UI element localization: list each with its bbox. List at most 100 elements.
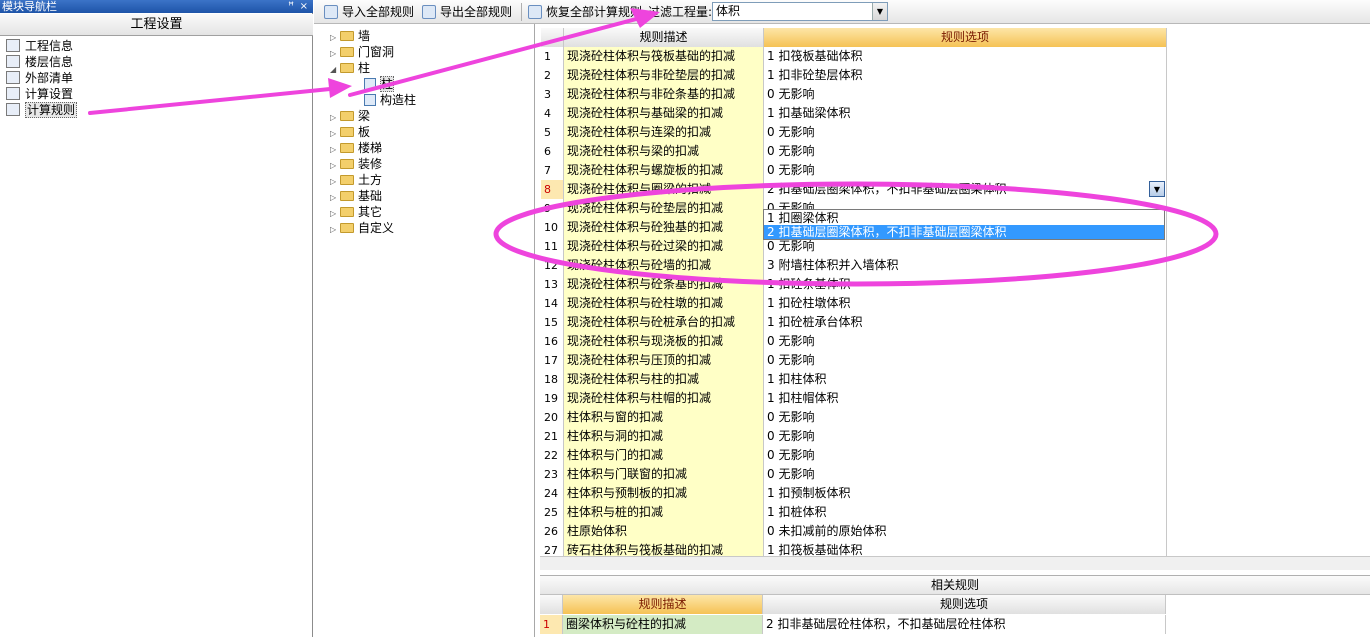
close-icon[interactable]: × [300, 0, 308, 13]
rule-option[interactable]: 1 扣非砼垫层体积 [764, 66, 1167, 85]
export-rules-button[interactable]: 导出全部规则 [422, 3, 512, 21]
dropdown-option-selected[interactable]: 2 扣基础层圈梁体积，不扣非基础层圈梁体积 [764, 225, 1164, 239]
table-row[interactable]: 13 现浇砼柱体积与砼条基的扣减 1 扣砼条基体积 [541, 275, 1167, 294]
nav-item-floor-info[interactable]: 楼层信息 [6, 54, 73, 70]
rule-desc: 柱体积与窗的扣减 [564, 408, 764, 427]
tree-node-foundation[interactable]: ▷ 基础 [330, 188, 382, 204]
nav-section-header[interactable]: 工程设置 [0, 14, 313, 36]
rule-option[interactable]: 2 扣非基础层砼柱体积，不扣基础层砼柱体积 [763, 615, 1166, 634]
rule-desc: 现浇砼柱体积与砼条基的扣减 [564, 275, 764, 294]
rule-option[interactable]: 1 扣砼条基体积 [764, 275, 1167, 294]
tree-node-column-group[interactable]: ◢ 柱 [330, 60, 370, 76]
rule-option[interactable]: 0 无影响 [764, 408, 1167, 427]
tree-node-stairs[interactable]: ▷ 楼梯 [330, 140, 382, 156]
table-row[interactable]: 18 现浇砼柱体积与柱的扣减 1 扣柱体积 [541, 370, 1167, 389]
rule-option[interactable]: 0 无影响 [764, 85, 1167, 104]
chevron-down-icon[interactable]: ▼ [1149, 181, 1165, 197]
table-row[interactable]: 5 现浇砼柱体积与连梁的扣减 0 无影响 [541, 123, 1167, 142]
rule-option[interactable]: 0 无影响 [764, 351, 1167, 370]
rule-desc: 现浇砼柱体积与柱的扣减 [564, 370, 764, 389]
tree-node-column[interactable]: 柱 [364, 76, 395, 92]
rule-option[interactable]: 0 无影响 [764, 446, 1167, 465]
table-row[interactable]: 4 现浇砼柱体积与基础梁的扣减 1 扣基础梁体积 [541, 104, 1167, 123]
table-row[interactable]: 21 柱体积与洞的扣减 0 无影响 [541, 427, 1167, 446]
table-row[interactable]: 19 现浇砼柱体积与柱帽的扣减 1 扣柱帽体积 [541, 389, 1167, 408]
table-row[interactable]: 12 现浇砼柱体积与砼墙的扣减 3 附墙柱体积并入墙体积 [541, 256, 1167, 275]
rule-option[interactable]: 1 扣柱帽体积 [764, 389, 1167, 408]
rule-option[interactable]: 0 无影响 [764, 123, 1167, 142]
table-row[interactable]: 17 现浇砼柱体积与压顶的扣减 0 无影响 [541, 351, 1167, 370]
table-row[interactable]: 24 柱体积与预制板的扣减 1 扣预制板体积 [541, 484, 1167, 503]
rule-option[interactable]: 2 扣基础层圈梁体积，不扣非基础层圈梁体积 ▼ [764, 180, 1167, 199]
row-number: 4 [541, 104, 564, 123]
rule-option[interactable]: 0 无影响 [764, 142, 1167, 161]
table-row[interactable]: 14 现浇砼柱体积与砼柱墩的扣减 1 扣砼柱墩体积 [541, 294, 1167, 313]
table-row[interactable]: 23 柱体积与门联窗的扣减 0 无影响 [541, 465, 1167, 484]
table-row[interactable]: 16 现浇砼柱体积与现浇板的扣减 0 无影响 [541, 332, 1167, 351]
table-row[interactable]: 2 现浇砼柱体积与非砼垫层的扣减 1 扣非砼垫层体积 [541, 66, 1167, 85]
row-number: 14 [541, 294, 564, 313]
rule-option[interactable]: 1 扣桩体积 [764, 503, 1167, 522]
filter-select[interactable]: 体积 ▼ [712, 2, 888, 21]
tree-node-custom[interactable]: ▷ 自定义 [330, 220, 394, 236]
tree-node-construct-column[interactable]: 构造柱 [364, 92, 416, 108]
rule-option[interactable]: 3 附墙柱体积并入墙体积 [764, 256, 1167, 275]
nav-item-external-list[interactable]: 外部清单 [6, 70, 73, 86]
tree-node-decoration[interactable]: ▷ 装修 [330, 156, 382, 172]
table-row[interactable]: 20 柱体积与窗的扣减 0 无影响 [541, 408, 1167, 427]
col-header-opt[interactable]: 规则选项 [764, 28, 1167, 47]
rule-option[interactable]: 0 无影响 [764, 427, 1167, 446]
folder-icon [340, 31, 354, 41]
tree-node-openings[interactable]: ▷ 门窗洞 [330, 44, 394, 60]
chevron-down-icon[interactable]: ▼ [872, 3, 887, 20]
rule-option[interactable]: 0 无影响 [764, 161, 1167, 180]
rule-option[interactable]: 1 扣砼桩承台体积 [764, 313, 1167, 332]
table-row[interactable]: 8 现浇砼柱体积与圈梁的扣减 2 扣基础层圈梁体积，不扣非基础层圈梁体积 ▼ [541, 180, 1167, 199]
tree-node-beam[interactable]: ▷ 梁 [330, 108, 370, 124]
filter-value: 体积 [716, 4, 741, 18]
import-rules-button[interactable]: 导入全部规则 [324, 3, 414, 21]
rule-option[interactable]: 0 无影响 [764, 465, 1167, 484]
pin-icon[interactable]: ꟸ [288, 0, 294, 13]
rule-desc: 现浇砼柱体积与筏板基础的扣减 [564, 47, 764, 66]
tree-node-slab[interactable]: ▷ 板 [330, 124, 370, 140]
calc-rules-icon [6, 103, 20, 116]
dropdown-option[interactable]: 1 扣圈梁体积 [764, 211, 1164, 225]
folder-icon [340, 207, 354, 217]
related-col-header-opt[interactable]: 规则选项 [763, 595, 1166, 614]
col-header-desc[interactable]: 规则描述 [564, 28, 764, 47]
table-row[interactable]: 26 柱原始体积 0 未扣减前的原始体积 [541, 522, 1167, 541]
rule-option[interactable]: 1 扣砼柱墩体积 [764, 294, 1167, 313]
rule-option-text: 1 扣柱体积 [767, 372, 827, 386]
related-col-header-desc[interactable]: 规则描述 [563, 595, 763, 614]
row-number: 6 [541, 142, 564, 161]
table-row[interactable]: 7 现浇砼柱体积与螺旋板的扣减 0 无影响 [541, 161, 1167, 180]
row-number: 10 [541, 218, 564, 237]
nav-item-project-info[interactable]: 工程信息 [6, 38, 73, 54]
rule-option[interactable]: 1 扣预制板体积 [764, 484, 1167, 503]
restore-rules-button[interactable]: 恢复全部计算规则 [528, 3, 642, 21]
nav-item-calc-rules[interactable]: 计算规则 [6, 102, 78, 118]
tree-node-other[interactable]: ▷ 其它 [330, 204, 382, 220]
rule-option[interactable]: 1 扣筏板基础体积 [764, 47, 1167, 66]
row-number: 1 [540, 615, 563, 634]
rule-option[interactable]: 0 无影响 [764, 332, 1167, 351]
tree-node-wall[interactable]: ▷ 墙 [330, 28, 370, 44]
rule-option[interactable]: 1 扣基础梁体积 [764, 104, 1167, 123]
table-row[interactable]: 6 现浇砼柱体积与梁的扣减 0 无影响 [541, 142, 1167, 161]
row-number: 16 [541, 332, 564, 351]
table-row[interactable]: 22 柱体积与门的扣减 0 无影响 [541, 446, 1167, 465]
rule-option[interactable]: 0 未扣减前的原始体积 [764, 522, 1167, 541]
horizontal-scrollbar[interactable] [540, 556, 1370, 570]
related-row[interactable]: 1 圈梁体积与砼柱的扣减 2 扣非基础层砼柱体积，不扣基础层砼柱体积 [540, 615, 1166, 634]
table-row[interactable]: 1 现浇砼柱体积与筏板基础的扣减 1 扣筏板基础体积 [541, 47, 1167, 66]
filter-label: 过滤工程量: [648, 5, 713, 19]
tree-node-earthwork[interactable]: ▷ 土方 [330, 172, 382, 188]
table-row[interactable]: 3 现浇砼柱体积与非砼条基的扣减 0 无影响 [541, 85, 1167, 104]
table-row[interactable]: 25 柱体积与桩的扣减 1 扣桩体积 [541, 503, 1167, 522]
rule-option[interactable]: 1 扣柱体积 [764, 370, 1167, 389]
nav-item-calc-settings[interactable]: 计算设置 [6, 86, 73, 102]
table-row[interactable]: 15 现浇砼柱体积与砼桩承台的扣减 1 扣砼桩承台体积 [541, 313, 1167, 332]
rule-option-dropdown[interactable]: 1 扣圈梁体积 2 扣基础层圈梁体积，不扣非基础层圈梁体积 [763, 209, 1165, 240]
floor-info-icon [6, 55, 20, 68]
